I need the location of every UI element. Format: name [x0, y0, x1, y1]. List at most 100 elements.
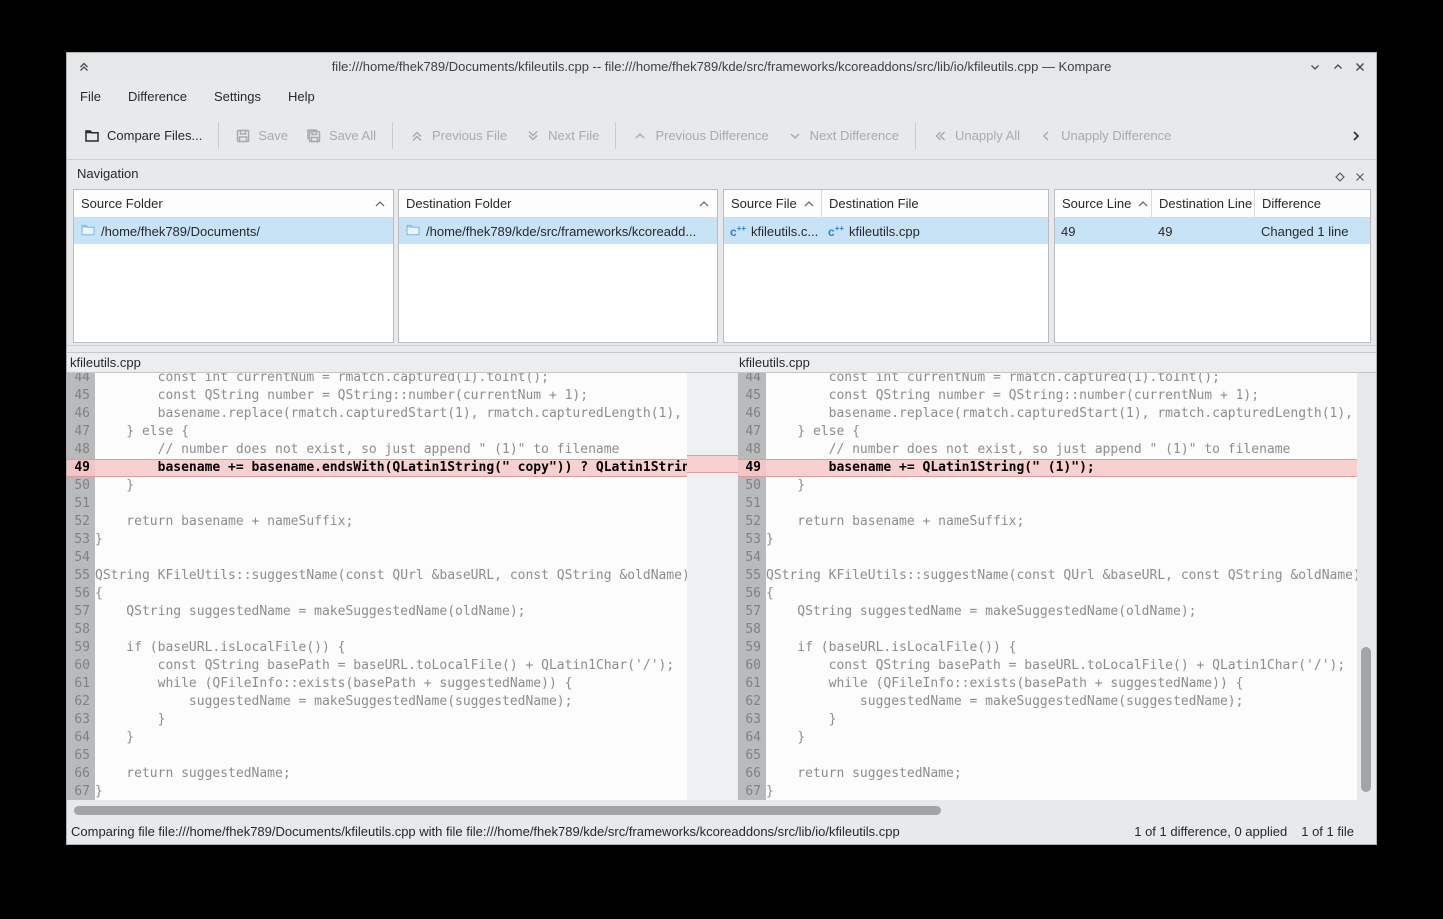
unapply-difference-button[interactable]: Unapply Difference	[1029, 120, 1180, 152]
chevron-up-icon	[632, 128, 648, 144]
line-number: 66	[67, 765, 95, 783]
float-panel-button[interactable]	[1333, 167, 1347, 181]
code-line	[95, 747, 687, 765]
difference-count-status: 1 of 1 difference, 0 applied	[1134, 824, 1287, 839]
previous-file-button[interactable]: Previous File	[400, 120, 516, 152]
maximize-button[interactable]	[1331, 60, 1345, 74]
chevron-up-icon	[1331, 60, 1345, 74]
chevron-left-icon	[1038, 128, 1054, 144]
compare-files-button[interactable]: Compare Files...	[75, 120, 211, 152]
code-line: basename += basename.endsWith(QLatin1Str…	[95, 459, 687, 477]
code-line: const QString basePath = baseURL.toLocal…	[766, 657, 1357, 675]
destination-folder-path: /home/fhek789/kde/src/frameworks/kcoread…	[426, 224, 696, 239]
column-header-destination-folder[interactable]: Destination Folder	[399, 190, 717, 217]
files-list: Source File Destination File c++ kfileut…	[723, 189, 1049, 343]
previous-difference-button[interactable]: Previous Difference	[623, 120, 777, 152]
left-code-pane[interactable]: const int currentNum = rmatch.captured(1…	[95, 373, 687, 800]
line-number: 54	[738, 549, 766, 567]
menu-file[interactable]: File	[80, 89, 101, 104]
line-number: 67	[67, 783, 95, 800]
menu-settings[interactable]: Settings	[214, 89, 261, 104]
line-number: 50	[738, 477, 766, 495]
toolbar-button-label: Next File	[548, 128, 599, 143]
titlebar[interactable]: file:///home/fhek789/Documents/kfileutil…	[67, 53, 1376, 81]
next-file-button[interactable]: Next File	[516, 120, 608, 152]
horizontal-scrollbar-thumb[interactable]	[74, 806, 941, 815]
column-header-destination-line[interactable]: Destination Line	[1152, 190, 1255, 217]
code-line	[766, 747, 1357, 765]
code-line: suggestedName = makeSuggestedName(sugges…	[95, 693, 687, 711]
line-number: 58	[738, 621, 766, 639]
line-number: 49	[67, 459, 95, 477]
column-header-label: Source Line	[1062, 196, 1131, 211]
line-number: 59	[738, 639, 766, 657]
source-folder-row[interactable]: /home/fhek789/Documents/	[74, 218, 393, 244]
save-button[interactable]: Save	[226, 120, 297, 152]
minimize-button[interactable]	[1308, 60, 1322, 74]
column-header-source-line[interactable]: Source Line	[1055, 190, 1152, 217]
source-file-title: kfileutils.cpp	[70, 353, 141, 372]
code-line: return basename + nameSuffix;	[95, 513, 687, 531]
differences-list: Source Line Destination Line Difference …	[1054, 189, 1371, 343]
save-all-button[interactable]: Save All	[297, 120, 385, 152]
double-chevron-down-icon	[525, 128, 541, 144]
code-line: const QString basePath = baseURL.toLocal…	[95, 657, 687, 675]
destination-folder-row[interactable]: /home/fhek789/kde/src/frameworks/kcoread…	[399, 218, 717, 244]
horizontal-scrollbar[interactable]	[67, 802, 1376, 819]
difference-row[interactable]: 49 49 Changed 1 line	[1055, 218, 1370, 244]
source-folder-path: /home/fhek789/Documents/	[101, 224, 260, 239]
code-line: }	[95, 477, 687, 495]
toolbar-separator	[392, 122, 393, 149]
code-line: }	[766, 783, 1357, 800]
unapply-all-button[interactable]: Unapply All	[923, 120, 1029, 152]
line-number: 52	[67, 513, 95, 531]
difference-summary: Changed 1 line	[1261, 224, 1348, 239]
destination-file-name: kfileutils.cpp	[849, 224, 920, 239]
close-button[interactable]	[1353, 60, 1367, 74]
source-folder-list: Source Folder /home/fhek789/Documents/	[73, 189, 394, 343]
column-header-source-file[interactable]: Source File	[724, 190, 822, 217]
close-icon	[1353, 60, 1367, 74]
right-code-pane[interactable]: const int currentNum = rmatch.captured(1…	[766, 373, 1357, 800]
line-number: 60	[67, 657, 95, 675]
line-number: 63	[67, 711, 95, 729]
chevron-right-icon	[1348, 128, 1364, 144]
code-line: // number does not exist, so just append…	[95, 441, 687, 459]
code-line: return suggestedName;	[766, 765, 1357, 783]
code-line: return suggestedName;	[95, 765, 687, 783]
line-number: 62	[67, 693, 95, 711]
menu-help[interactable]: Help	[288, 89, 315, 104]
line-number: 57	[738, 603, 766, 621]
line-number: 62	[738, 693, 766, 711]
vertical-scrollbar-thumb[interactable]	[1361, 647, 1371, 792]
navigation-lists: Source Folder /home/fhek789/Documents/ D…	[73, 189, 1371, 343]
code-line: QString suggestedName = makeSuggestedNam…	[95, 603, 687, 621]
code-line: basename.replace(rmatch.capturedStart(1)…	[766, 405, 1357, 423]
toolbar-overflow-button[interactable]	[1344, 128, 1368, 144]
menu-difference[interactable]: Difference	[128, 89, 187, 104]
column-header-label: Destination Folder	[406, 196, 512, 211]
code-line: }	[95, 531, 687, 549]
line-number: 55	[67, 567, 95, 585]
line-number: 44	[67, 373, 95, 387]
code-line: QString suggestedName = makeSuggestedNam…	[766, 603, 1357, 621]
column-header-destination-file[interactable]: Destination File	[822, 190, 1048, 217]
chevron-down-icon	[787, 128, 803, 144]
menubar: File Difference Settings Help	[67, 81, 1376, 112]
next-difference-button[interactable]: Next Difference	[778, 120, 908, 152]
code-line: {	[95, 585, 687, 603]
toolbar-button-label: Unapply All	[955, 128, 1020, 143]
code-line: }	[766, 477, 1357, 495]
line-number: 48	[67, 441, 95, 459]
left-gutter: 4445464748495051525354555657585960616263…	[67, 373, 95, 800]
line-number: 63	[738, 711, 766, 729]
diff-file-headers: kfileutils.cpp kfileutils.cpp	[67, 352, 1376, 373]
files-row[interactable]: c++ kfileutils.c... c++ kfileutils.cpp	[724, 218, 1048, 244]
column-header-difference[interactable]: Difference	[1255, 190, 1370, 217]
line-number: 59	[67, 639, 95, 657]
diff-view: kfileutils.cpp kfileutils.cpp 4445464748…	[67, 352, 1376, 819]
column-header-source-folder[interactable]: Source Folder	[74, 190, 393, 217]
vertical-scrollbar[interactable]	[1357, 373, 1376, 800]
line-number: 47	[67, 423, 95, 441]
close-panel-button[interactable]	[1353, 167, 1367, 181]
